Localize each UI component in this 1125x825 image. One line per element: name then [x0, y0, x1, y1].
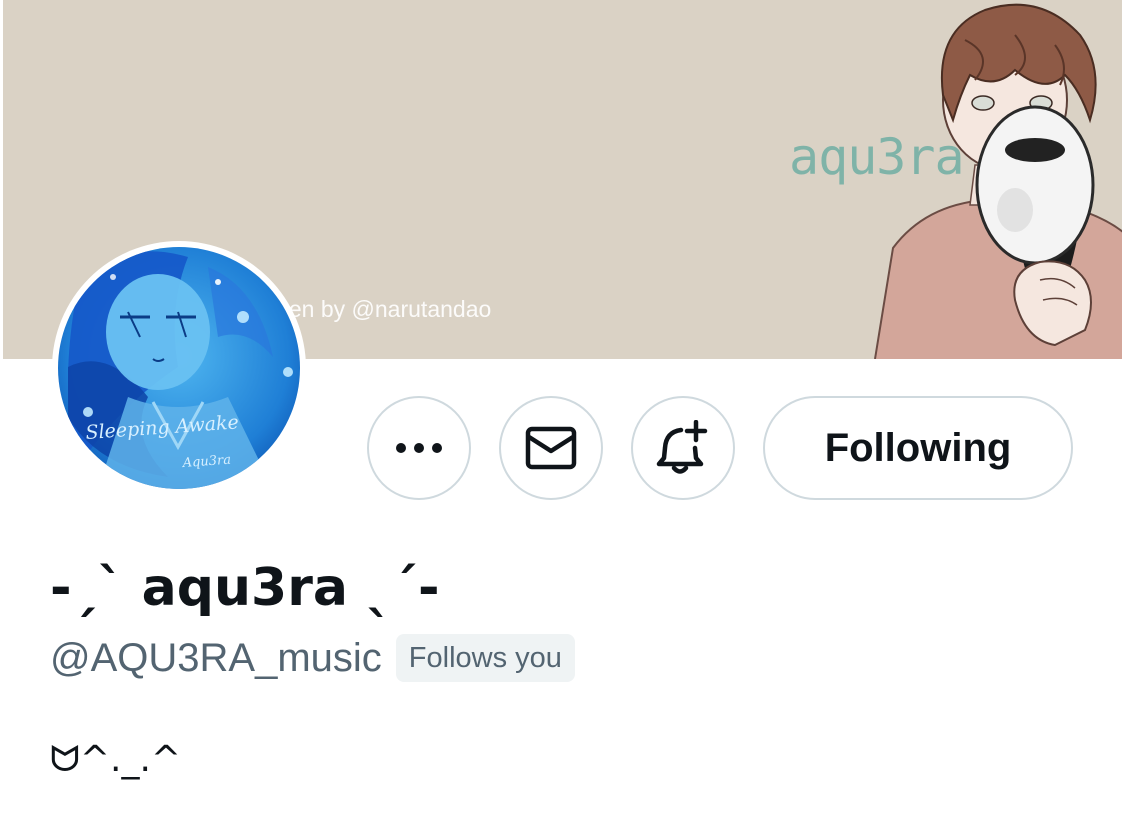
notifications-button[interactable] [631, 396, 735, 500]
message-button[interactable] [499, 396, 603, 500]
banner-credit-text: itten by @narutandao [271, 296, 492, 322]
avatar-illustration: Sleeping Awake Aqu3ra [58, 247, 300, 489]
following-button[interactable]: Following [763, 396, 1073, 500]
more-dots-icon [396, 443, 442, 453]
display-name: -ˏˋ aqu3ra ˎˊ- [50, 558, 440, 618]
follows-you-badge: Follows you [395, 634, 575, 682]
user-handle: @AQU3RA_music [50, 636, 382, 680]
banner-character-illustration [874, 3, 1122, 359]
more-options-button[interactable] [367, 396, 471, 500]
profile-bio: ᗢ^._.^ [50, 739, 182, 780]
envelope-icon [525, 426, 577, 470]
profile-avatar[interactable]: Sleeping Awake Aqu3ra [52, 241, 306, 495]
handle-row: @AQU3RA_music Follows you [50, 632, 575, 684]
bell-plus-icon [656, 420, 708, 474]
